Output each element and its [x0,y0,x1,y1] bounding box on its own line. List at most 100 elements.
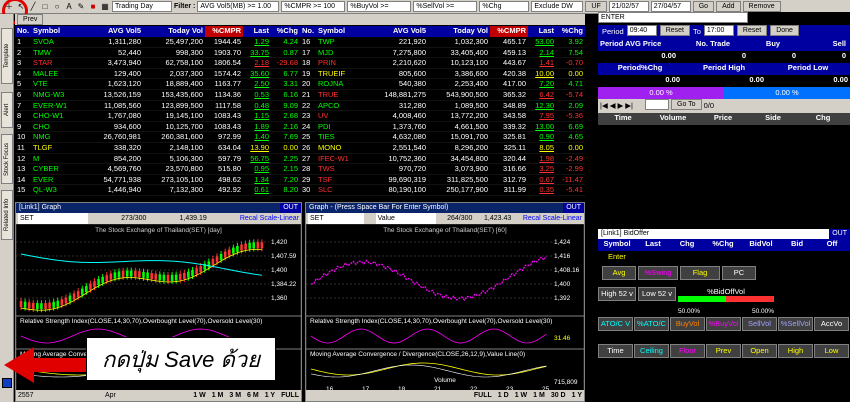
enter-symbol[interactable]: Enter [598,251,626,265]
graph2-tab-full[interactable]: FULL [474,392,492,399]
date-from-input[interactable]: 21/02/57 [608,1,649,12]
graph2-vlabel[interactable]: Value [375,213,436,224]
bid-btn-accvo[interactable]: AccVo [814,317,849,331]
table-row[interactable]: 4 MALEE 129,400 2,037,300 1574.42 35.60 6.77 19… [15,69,585,80]
col-header--cmpr[interactable]: %CMPR [490,26,528,37]
pencil-icon[interactable]: ✎ [76,2,86,12]
col-header-avg-vol5[interactable]: AVG Vol5 [83,26,143,37]
period-from-input[interactable]: 09:40 [626,25,657,36]
col-header-last[interactable]: Last [243,26,271,37]
graph1-out-button[interactable]: OUT [280,203,301,213]
low52-button[interactable]: Low 52 v [638,287,676,301]
table-row[interactable]: 6 NMG-W3 13,526,159 153,435,600 1134.36 0.53 6… [15,90,585,101]
table-row[interactable]: 10 NMG 26,760,981 260,381,600 972.99 1.40 7.69… [15,132,585,143]
bid-btn-floor[interactable]: Floor [670,344,705,358]
avg-button[interactable]: Avg [602,266,636,280]
next-page-icon[interactable]: ▶ [618,99,624,113]
graph2-tab-1m[interactable]: 1 M [533,392,545,399]
bid-btn--sellvol[interactable]: %SellVol [778,317,813,331]
period-reset-button-1[interactable]: Reset [659,25,690,36]
bid-btn-sellvol[interactable]: SellVol [742,317,777,331]
tab-alert[interactable]: Alert [1,92,13,128]
table-row[interactable]: 3 STAR 3,473,940 62,758,100 1806.54 2.18 -29.6… [15,58,585,69]
date-to-input[interactable]: 27/04/57 [650,1,691,12]
graph1-tab-full[interactable]: FULL [281,392,299,399]
bid-btn-time[interactable]: Time [598,344,633,358]
bid-btn--buyvol[interactable]: %BuyVol [706,317,741,331]
col-header-last[interactable]: Last [528,26,556,37]
prev-button[interactable]: Prev [17,14,44,25]
line-icon[interactable]: ╱ [28,2,38,12]
exclude-dw-checkbox[interactable]: Exclude DW [531,1,584,12]
table-row[interactable]: 15 QL-W3 1,446,940 7,132,300 492.92 0.61 8.20 3… [15,185,585,196]
table-row[interactable]: 7 EVER-W1 11,085,560 123,899,500 1117.58 0.48… [15,101,585,112]
bid-btn-ato-c-v[interactable]: ATO/C V [598,317,633,331]
graph1-tab-1w[interactable]: 1 W [193,392,205,399]
rect-icon[interactable]: □ [40,2,50,12]
graph1-tab-6m[interactable]: 6 M [247,392,259,399]
filter-chg[interactable]: %Chg [479,1,530,12]
bid-btn-high[interactable]: High [778,344,813,358]
table-row[interactable]: 2 TMW 52,440 998,300 1903.70 33.75 0.87 17 MJD 7,… [15,48,585,59]
table-row[interactable]: 14 EVER 54,771,938 273,105,100 498.62 1.34 7.2… [15,175,585,186]
filter-avg-vol[interactable]: AVG Vol5(MB) >= 1.00 [197,1,280,12]
bid-btn-low[interactable]: Low [814,344,849,358]
period-reset-button-2[interactable]: Reset [736,25,768,36]
col-header--cmpr[interactable]: %CMPR [205,26,243,37]
enter-symbol-box[interactable]: ENTER [598,12,748,23]
prev-page-icon[interactable]: ◀ [610,99,616,113]
pc-button[interactable]: PC [722,266,756,280]
graph2-tab-30d[interactable]: 30 D [551,392,566,399]
go-button[interactable]: Go [692,1,715,12]
filter-buyvol[interactable]: %BuyVol >= [347,1,412,12]
table-row[interactable]: 9 CHO 934,600 10,125,700 1083.43 1.89 2.16 24 PD… [15,122,585,133]
graph2-tab-1y[interactable]: 1 Y [572,392,582,399]
bid-btn-ceiling[interactable]: Ceiling [634,344,669,358]
graph2-out-button[interactable]: OUT [563,203,584,213]
graph1-scale[interactable]: Recal Scale-Linear [240,213,299,224]
bid-btn-buyvol[interactable]: BuyVol [670,317,705,331]
bid-btn--ato-c[interactable]: %ATO/C [634,317,669,331]
bid-btn-prev[interactable]: Prev [706,344,741,358]
swing-button[interactable]: %Swing [638,266,678,280]
period-done-button[interactable]: Done [770,25,799,36]
trading-day-select[interactable]: Trading Day [112,1,172,12]
first-page-icon[interactable]: |◀ [600,99,608,113]
col-header-symbol[interactable]: Symbol [316,26,368,37]
col-header-avg-vol5[interactable]: AVG Vol5 [368,26,428,37]
graph2-chart[interactable]: The Stock Exchange of Thailand(SET) [60]… [306,224,584,392]
flag-button[interactable]: Flag [680,266,720,280]
graph2-symbol[interactable]: SET [308,213,364,224]
add-button[interactable]: Add [716,1,741,12]
col-header-symbol[interactable]: Symbol [31,26,83,37]
col-header--chg[interactable]: %Chg [271,26,300,37]
circle-icon[interactable]: ○ [52,2,62,12]
tab-template[interactable]: Template [1,28,13,84]
bid-btn-open[interactable]: Open [742,344,777,358]
table-row[interactable]: 5 VTE 1,623,120 18,889,400 1163.77 2.50 3.31 20… [15,79,585,90]
last-page-icon[interactable]: ▶| [625,99,633,113]
high52-button[interactable]: High 52 v [598,287,636,301]
col-header-no-[interactable]: No. [300,26,316,37]
remove-button[interactable]: Remove [742,1,781,12]
goto-button[interactable]: Go To [671,99,702,110]
graph1-symbol[interactable]: SET [18,213,88,224]
text-icon[interactable]: A [64,2,74,12]
col-header--chg[interactable]: %Chg [556,26,585,37]
bidoffer-out-button[interactable]: OUT [829,229,850,239]
tab-stock-focus[interactable]: Stock Focus [1,134,13,184]
period-to-input[interactable]: 17:00 [703,25,734,36]
graph1-tab-1m[interactable]: 1 M [212,392,224,399]
graph2-scale[interactable]: Recal Scale-Linear [523,213,582,224]
graph1-tab-1y[interactable]: 1 Y [265,392,275,399]
tab-related-info[interactable]: Related Info [1,190,13,240]
color-icon[interactable]: ■ [88,2,98,12]
col-header-today-vol[interactable]: Today Vol [428,26,490,37]
filter-cmpr[interactable]: %CMPR >= 100 [281,1,346,12]
col-header-no-[interactable]: No. [15,26,31,37]
uf-button[interactable]: UF [585,1,607,12]
table-row[interactable]: 8 CHO-W1 1,767,080 19,145,100 1083.43 1.15 2.6… [15,111,585,122]
graph2-tab-1d[interactable]: 1 D [498,392,509,399]
table-row[interactable]: 11 TLGF 338,320 2,148,100 634.04 13.90 0.00 26 M… [15,143,585,154]
grid-icon[interactable]: ▦ [100,2,110,12]
